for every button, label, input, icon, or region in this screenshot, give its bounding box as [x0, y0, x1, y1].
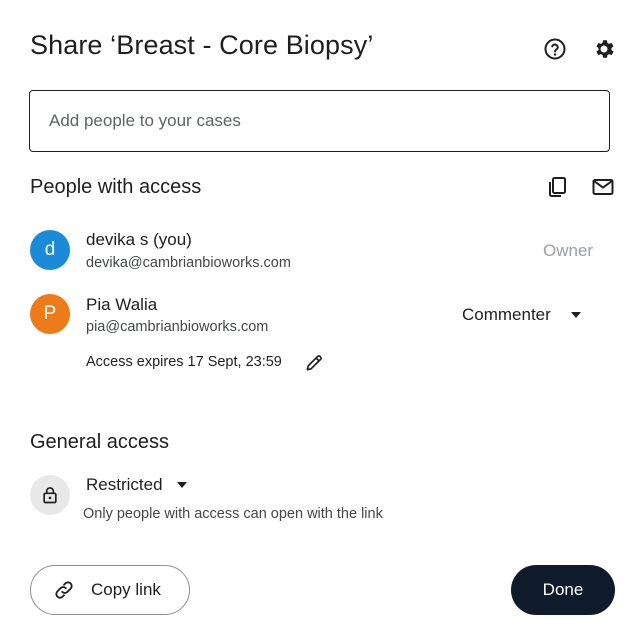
help-circle-icon[interactable]	[542, 36, 568, 62]
copy-icon[interactable]	[544, 174, 570, 200]
general-access-description: Only people with access can open with th…	[83, 506, 383, 522]
avatar: P	[30, 294, 70, 334]
gear-icon[interactable]	[591, 36, 617, 62]
general-access-title: General access	[30, 431, 169, 453]
link-icon	[55, 581, 73, 599]
avatar: d	[30, 230, 70, 270]
done-button[interactable]: Done	[511, 565, 615, 615]
lock-icon	[30, 475, 70, 515]
people-with-access-title: People with access	[30, 176, 202, 198]
person-email: devika@cambrianbioworks.com	[86, 255, 291, 271]
caret-down-icon	[570, 312, 581, 318]
person-name: devika s (you)	[86, 230, 192, 249]
access-expiry-text: Access expires 17 Sept, 23:59	[86, 354, 282, 370]
person-name: Pia Walia	[86, 295, 158, 314]
person-email: pia@cambrianbioworks.com	[86, 319, 269, 335]
caret-down-icon	[176, 482, 187, 488]
owner-role-label: Owner	[543, 241, 594, 260]
add-people-input[interactable]	[29, 90, 610, 152]
dialog-title: Share ‘Breast - Core Biopsy’	[30, 30, 374, 60]
mail-icon[interactable]	[590, 174, 616, 200]
role-dropdown-label: Commenter	[462, 305, 551, 324]
general-access-setting: Restricted	[86, 475, 163, 494]
general-access-dropdown[interactable]: Restricted	[86, 475, 187, 495]
role-dropdown[interactable]: Commenter	[462, 305, 581, 325]
pencil-icon[interactable]	[304, 353, 324, 373]
copy-link-button[interactable]: Copy link	[30, 565, 190, 615]
share-dialog: Share ‘Breast - Core Biopsy’ People with…	[0, 0, 640, 643]
copy-link-label: Copy link	[91, 580, 161, 599]
